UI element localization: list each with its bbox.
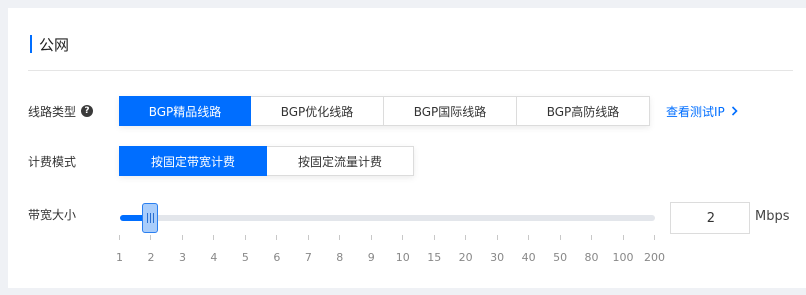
- bandwidth-input[interactable]: [670, 202, 750, 234]
- billing-option-fixed-bandwidth[interactable]: 按固定带宽计费: [119, 146, 267, 176]
- line-option-bgp-ddos[interactable]: BGP高防线路: [517, 96, 650, 126]
- billing-option-fixed-traffic[interactable]: 按固定流量计费: [267, 146, 414, 176]
- slider-tick-label: 4: [210, 251, 218, 264]
- slider-tick-label: 80: [584, 251, 599, 264]
- slider-tick: [559, 235, 561, 240]
- slider-tick: [150, 235, 152, 240]
- slider-tick: [339, 235, 341, 240]
- line-option-bgp-international[interactable]: BGP国际线路: [384, 96, 517, 126]
- slider-tick: [370, 235, 372, 240]
- slider-tick-label: 2: [147, 251, 155, 264]
- slider-tick-label: 15: [427, 251, 442, 264]
- slider-tick-label: 5: [241, 251, 249, 264]
- line-type-label: 线路类型 ?: [28, 96, 94, 126]
- section-title-text: 公网: [39, 35, 70, 54]
- title-accent-bar: [30, 35, 32, 53]
- grip-icon: [146, 213, 154, 223]
- view-test-ip-link[interactable]: 查看测试IP: [666, 96, 738, 126]
- view-test-ip-label: 查看测试IP: [666, 104, 725, 119]
- section-title: 公网: [30, 34, 69, 54]
- slider-tick-label: 20: [458, 251, 473, 264]
- slider-tick-label: 40: [521, 251, 536, 264]
- slider-tick-label: 3: [178, 251, 186, 264]
- bandwidth-label: 带宽大小: [28, 206, 76, 222]
- slider-tick: [276, 235, 278, 240]
- bandwidth-slider-track[interactable]: [120, 215, 655, 221]
- slider-tick: [181, 235, 183, 240]
- slider-tick-label: 200: [644, 251, 665, 264]
- bandwidth-slider-handle[interactable]: [142, 203, 159, 233]
- slider-tick-label: 100: [612, 251, 634, 264]
- billing-label: 计费模式: [28, 146, 76, 176]
- slider-tick: [213, 235, 215, 240]
- slider-tick: [119, 235, 120, 240]
- divider: [28, 70, 793, 71]
- slider-tick-label: 30: [490, 251, 505, 264]
- billing-selector: 按固定带宽计费 按固定流量计费: [119, 146, 414, 176]
- bandwidth-unit: Mbps: [755, 209, 790, 224]
- slider-tick: [433, 235, 435, 240]
- billing-label-text: 计费模式: [28, 154, 77, 169]
- slider-tick-label: 9: [367, 251, 375, 264]
- slider-tick-label: 10: [395, 251, 410, 264]
- slider-tick: [591, 235, 593, 240]
- slider-tick: [402, 235, 404, 240]
- chevron-right-icon: [731, 106, 738, 116]
- slider-tick: [244, 235, 246, 240]
- slider-tick-label: 8: [336, 251, 344, 264]
- slider-tick-label: 6: [273, 251, 281, 264]
- slider-tick: [465, 235, 467, 240]
- line-type-label-text: 线路类型: [28, 104, 77, 119]
- slider-tick: [307, 235, 309, 240]
- line-option-bgp-premium[interactable]: BGP精品线路: [119, 96, 251, 126]
- slider-tick: [528, 235, 530, 240]
- bandwidth-label-text: 带宽大小: [28, 207, 77, 222]
- slider-tick: [654, 235, 655, 240]
- line-type-selector: BGP精品线路 BGP优化线路 BGP国际线路 BGP高防线路: [119, 96, 650, 126]
- slider-tick: [496, 235, 498, 240]
- slider-tick-label: 1: [116, 251, 123, 264]
- slider-tick-label: 50: [553, 251, 568, 264]
- question-circle-icon[interactable]: ?: [81, 105, 94, 117]
- line-option-bgp-optimized[interactable]: BGP优化线路: [251, 96, 384, 126]
- public-network-card: 公网 线路类型 ? BGP精品线路 BGP优化线路 BGP国际线路 BGP高防线…: [8, 8, 806, 288]
- slider-tick-label: 7: [304, 251, 312, 264]
- slider-tick: [622, 235, 624, 240]
